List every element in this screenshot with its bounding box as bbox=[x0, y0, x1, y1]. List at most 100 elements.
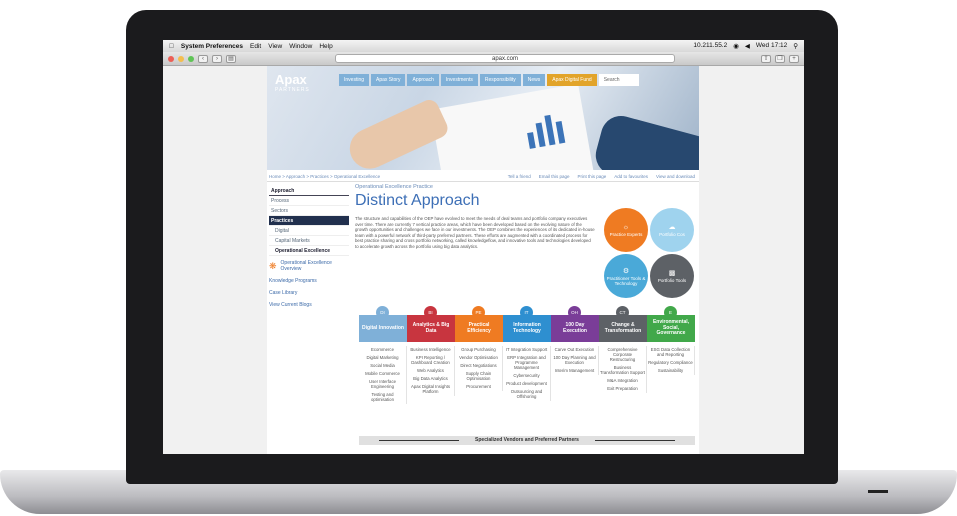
sidebar-item-sectors[interactable]: Sectors bbox=[269, 206, 349, 216]
blogs-link[interactable]: View Current Blogs bbox=[269, 302, 349, 308]
forward-button[interactable]: › bbox=[212, 54, 222, 63]
sidebar-item-practices[interactable]: Practices bbox=[269, 216, 349, 226]
practice-title[interactable]: Digital Innovation bbox=[359, 315, 407, 342]
list-item: Mobile Commerce bbox=[365, 371, 400, 376]
practice-column: BI Analytics & Big Data Business Intelli… bbox=[407, 306, 455, 436]
menu-app[interactable]: System Preferences bbox=[181, 43, 243, 50]
list-item: Sustainability bbox=[657, 368, 684, 373]
nav-item-digital-fund[interactable]: Apax Digital Fund bbox=[547, 74, 597, 86]
apax-logo[interactable]: Apax PARTNERS bbox=[275, 72, 310, 93]
list-item: Supply Chain Optimisation bbox=[465, 371, 492, 381]
logo-subtext: PARTNERS bbox=[275, 87, 310, 93]
new-tab-button[interactable]: + bbox=[789, 54, 799, 63]
clock[interactable]: Wed 17:12 bbox=[756, 42, 787, 50]
back-button[interactable]: ‹ bbox=[198, 54, 208, 63]
list-item: User Interface Engineering bbox=[369, 379, 396, 389]
minimize-window-icon[interactable] bbox=[178, 55, 184, 62]
case-library-link[interactable]: Case Library bbox=[269, 290, 349, 296]
list-item: Exit Preparation bbox=[607, 386, 638, 391]
hero-paper-image bbox=[430, 83, 594, 170]
practice-title[interactable]: Information Technology bbox=[503, 315, 551, 342]
menu-view[interactable]: View bbox=[268, 43, 282, 50]
cloud-icon: ☁ bbox=[668, 224, 676, 231]
apple-menu-icon[interactable]:  bbox=[169, 43, 174, 50]
menu-help[interactable]: Help bbox=[319, 43, 332, 50]
hero-sleeve-image bbox=[591, 111, 699, 170]
nav-item-approach[interactable]: Approach bbox=[407, 74, 439, 86]
zoom-window-icon[interactable] bbox=[188, 55, 194, 62]
list-item: Web Analytics bbox=[417, 368, 444, 373]
practice-column: PE Practical Efficiency Group Purchasing… bbox=[455, 306, 503, 436]
practice-title[interactable]: Practical Efficiency bbox=[455, 315, 503, 342]
favourites-link[interactable]: Add to favourites bbox=[614, 174, 648, 179]
list-item: Digital Marketing bbox=[366, 355, 399, 360]
practice-grid: DI Digital Innovation Ecommerce Digital … bbox=[359, 306, 695, 436]
list-item: Group Purchasing bbox=[461, 347, 496, 352]
practice-title[interactable]: Environmental, Social, Governance bbox=[647, 315, 695, 342]
web-page: Apax PARTNERS Investing Apax Story Appro… bbox=[163, 66, 804, 454]
mac-menubar:  System Preferences Edit View Window He… bbox=[163, 40, 804, 52]
circle-portfolio-cos[interactable]: ☁ Portfolio Cos bbox=[650, 208, 694, 252]
breadcrumb-bar: Home > Approach > Practices > Operationa… bbox=[267, 172, 699, 182]
sidebar-item-operational-excellence[interactable]: Operational Excellence bbox=[269, 246, 349, 256]
list-item: Outsourcing and Offshoring bbox=[510, 389, 543, 399]
tabs-button[interactable]: ❐ bbox=[775, 54, 785, 63]
ip-address: 10.211.55.2 bbox=[693, 42, 728, 49]
circle-practice-experts[interactable]: ☼ Practice Experts bbox=[604, 208, 648, 252]
circle-practitioner-tools[interactable]: ⚙ Practitioner Tools & Technology bbox=[604, 254, 648, 298]
hero-hand-image bbox=[343, 96, 451, 170]
practice-items: Business Intelligence KPI Reporting / Da… bbox=[407, 346, 455, 396]
share-button[interactable]: ⇧ bbox=[761, 54, 771, 63]
list-item: Testing and optimisation bbox=[371, 392, 394, 402]
laptop-sleep-light bbox=[868, 490, 888, 493]
list-item: Ecommerce bbox=[371, 347, 394, 352]
practice-column: E Environmental, Social, Governance ESG … bbox=[647, 306, 695, 436]
menu-window[interactable]: Window bbox=[289, 43, 312, 50]
address-bar[interactable]: apax.com bbox=[335, 54, 675, 63]
menu-edit[interactable]: Edit bbox=[250, 43, 261, 50]
circle-label: Practice Experts bbox=[609, 231, 643, 237]
tell-friend-link[interactable]: Tell a friend bbox=[508, 174, 531, 179]
practice-title[interactable]: 100 Day Execution bbox=[551, 315, 599, 342]
list-item: Product development bbox=[506, 381, 547, 386]
list-item: M&A Integration bbox=[607, 378, 638, 383]
email-page-link[interactable]: Email this page bbox=[539, 174, 570, 179]
practice-items: ESG Data Collection and Reporting Regula… bbox=[647, 346, 695, 375]
practice-column: DI Digital Innovation Ecommerce Digital … bbox=[359, 306, 407, 436]
practice-items: Group Purchasing Vendor Optimisation Dir… bbox=[455, 346, 503, 391]
practice-title[interactable]: Analytics & Big Data bbox=[407, 315, 455, 342]
volume-icon[interactable]: ◀ bbox=[745, 42, 750, 50]
nav-item-responsibility[interactable]: Responsibility bbox=[479, 74, 521, 86]
practice-title[interactable]: Change & Transformation bbox=[599, 315, 647, 342]
site-search-input[interactable]: Search bbox=[598, 74, 639, 86]
list-item: Social Media bbox=[370, 363, 395, 368]
spotlight-icon[interactable]: ⚲ bbox=[793, 42, 798, 50]
hero-banner: Apax PARTNERS Investing Apax Story Appro… bbox=[267, 66, 699, 170]
practice-items: Ecommerce Digital Marketing Social Media… bbox=[359, 346, 407, 404]
sidebar-item-process[interactable]: Process bbox=[269, 196, 349, 206]
nav-item-investing[interactable]: Investing bbox=[339, 74, 370, 86]
intro-paragraph: The structure and capabilities of the OE… bbox=[355, 216, 595, 249]
nav-item-apax-story[interactable]: Apax Story bbox=[371, 74, 406, 86]
circle-label: Practitioner Tools & Technology bbox=[606, 275, 646, 286]
knowledge-programs-link[interactable]: Knowledge Programs bbox=[269, 278, 349, 284]
wifi-icon[interactable]: ◉ bbox=[733, 42, 739, 50]
print-page-link[interactable]: Print this page bbox=[577, 174, 606, 179]
page-content: Apax PARTNERS Investing Apax Story Appro… bbox=[267, 66, 699, 454]
practice-items: Carve Out Execution 100 Day Planning and… bbox=[551, 346, 599, 375]
breadcrumb[interactable]: Home > Approach > Practices > Operationa… bbox=[269, 174, 380, 179]
list-item: Vendor Optimisation bbox=[459, 355, 498, 360]
overview-link[interactable]: ❋ Operational Excellence Overview bbox=[269, 260, 349, 272]
page-title: Distinct Approach bbox=[355, 192, 480, 209]
download-link[interactable]: View and download bbox=[656, 174, 695, 179]
sidebar-button[interactable]: ▤ bbox=[226, 54, 236, 63]
close-window-icon[interactable] bbox=[168, 55, 174, 62]
nav-item-investments[interactable]: Investments bbox=[440, 74, 478, 86]
list-item: Business Intelligence bbox=[410, 347, 451, 352]
sidebar-item-capital-markets[interactable]: Capital Markets bbox=[269, 236, 349, 246]
circle-portfolio-tools[interactable]: ▩ Portfolio Tools bbox=[650, 254, 694, 298]
nav-item-news[interactable]: News bbox=[522, 74, 546, 86]
overview-link-label: Operational Excellence Overview bbox=[280, 260, 332, 272]
sidebar-item-digital[interactable]: Digital bbox=[269, 226, 349, 236]
sidebar-item-approach[interactable]: Approach bbox=[269, 186, 349, 196]
